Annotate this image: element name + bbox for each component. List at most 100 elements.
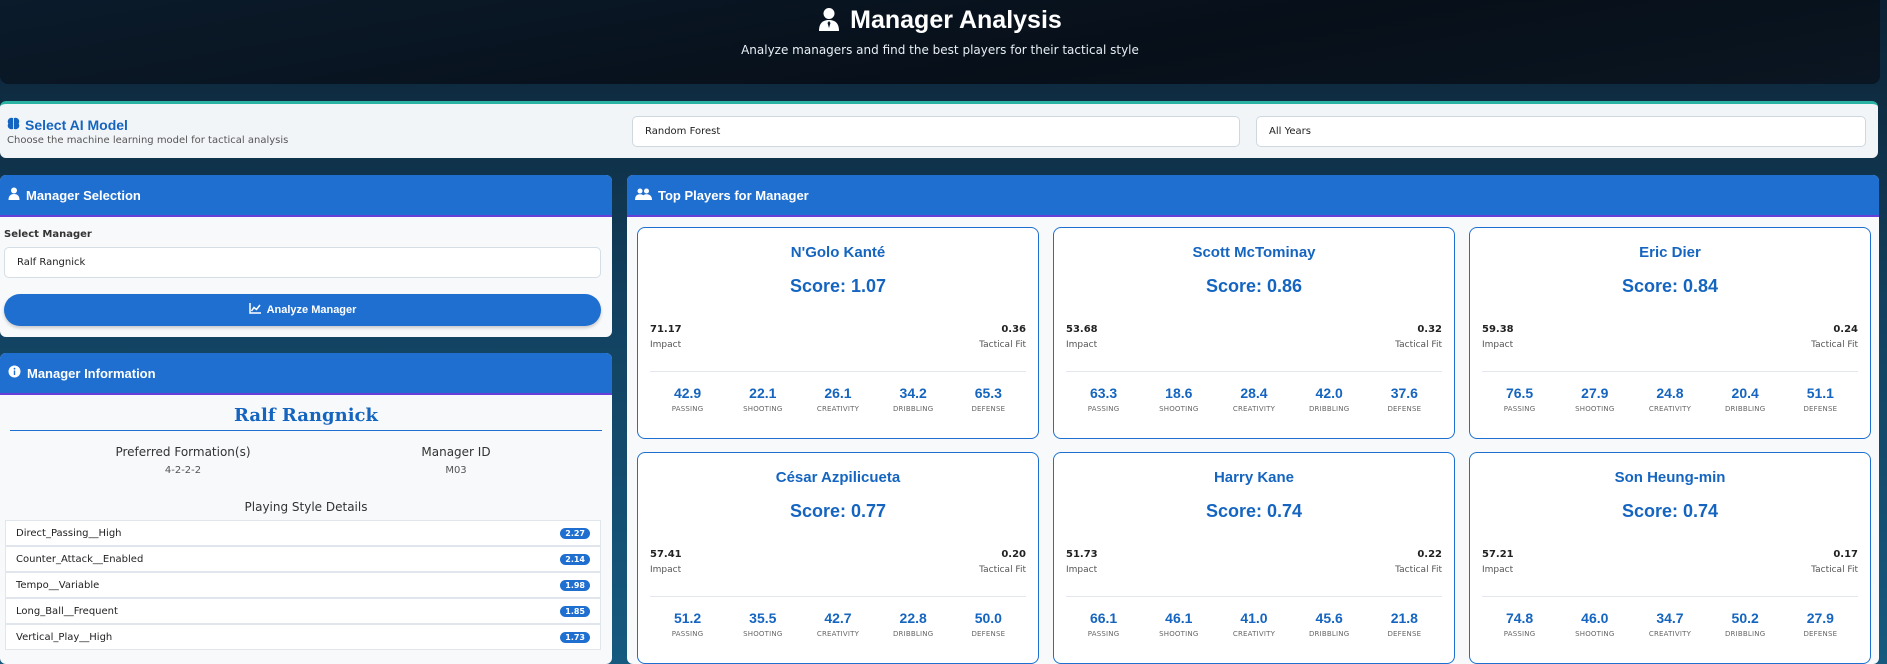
stat-item: 45.6 DRIBBLING [1294, 610, 1364, 638]
manager-select[interactable]: Ralf Rangnick [4, 247, 601, 278]
stat-label: DEFENSE [1803, 405, 1838, 413]
model-select[interactable]: Random Forest [632, 116, 1240, 147]
card-divider [1482, 371, 1858, 372]
impact-label: Impact [650, 565, 682, 575]
stat-label: CREATIVITY [1232, 405, 1276, 413]
manager-selection-panel: Manager Selection Select Manager Ralf Ra… [0, 175, 612, 337]
select-manager-label: Select Manager [4, 229, 92, 240]
stat-label: CREATIVITY [816, 405, 860, 413]
stat-label: CREATIVITY [1648, 405, 1692, 413]
stat-item: 46.0 SHOOTING [1560, 610, 1630, 638]
style-score-badge: 2.14 [560, 553, 590, 565]
player-stats: 76.5 PASSING 27.9 SHOOTING 24.8 CREATIVITY 20.… [1482, 385, 1858, 413]
manager-id-info: Manager ID M03 [356, 445, 556, 476]
player-card[interactable]: Son Heung-min Score: 0.74 57.21 Impact 0.17 T… [1469, 452, 1871, 664]
player-name: Harry Kane [1213, 469, 1295, 486]
stat-item: 22.1 SHOOTING [728, 385, 798, 413]
model-selection-title-row: Select AI Model [7, 117, 128, 133]
stat-item: 63.3 PASSING [1069, 385, 1139, 413]
stat-item: 66.1 PASSING [1069, 610, 1139, 638]
model-selection-title: Select AI Model [25, 117, 128, 133]
style-name: Tempo__Variable [16, 579, 100, 591]
stat-value: 42.7 [824, 610, 852, 626]
stat-item: 18.6 SHOOTING [1144, 385, 1214, 413]
page-title: Manager Analysis [850, 6, 1062, 34]
stat-label: CREATIVITY [1648, 630, 1692, 638]
impact-value: 51.73 [1066, 549, 1098, 560]
model-selection-bar: Select AI Model Choose the machine learn… [0, 101, 1878, 158]
player-score: Score: 0.74 [1621, 501, 1719, 521]
player-score: Score: 0.84 [1621, 276, 1719, 296]
page-subtitle: Analyze managers and find the best playe… [741, 43, 1139, 57]
tactical-fit-metric: 0.36 Tactical Fit [979, 324, 1026, 350]
formation-label: Preferred Formation(s) [115, 445, 251, 459]
player-name: Eric Dier [1639, 244, 1701, 261]
stat-label: PASSING [671, 630, 704, 638]
stat-value: 42.0 [1315, 385, 1343, 401]
chart-line-icon [248, 303, 261, 317]
stat-label: CREATIVITY [1232, 630, 1276, 638]
tactical-fit-value: 0.36 [1001, 324, 1026, 335]
style-name: Vertical_Play__High [16, 631, 113, 643]
formation-value: 4-2-2-2 [164, 465, 202, 476]
stat-item: 22.8 DRIBBLING [878, 610, 948, 638]
stat-value: 65.3 [974, 385, 1002, 401]
style-score-badge: 1.98 [560, 579, 590, 591]
stat-value: 63.3 [1089, 385, 1118, 401]
stat-value: 35.5 [749, 610, 777, 626]
style-score-badge: 1.73 [560, 631, 590, 643]
stat-value: 34.2 [899, 385, 927, 401]
player-card[interactable]: Scott McTominay Score: 0.86 53.68 Impact 0.3… [1053, 227, 1455, 439]
stat-value: 50.0 [974, 610, 1002, 626]
player-card[interactable]: Eric Dier Score: 0.84 59.38 Impact 0.24 Tacti… [1469, 227, 1871, 439]
stat-item: 26.1 CREATIVITY [803, 385, 873, 413]
stat-label: SHOOTING [1159, 630, 1199, 638]
tactical-fit-label: Tactical Fit [1395, 565, 1442, 575]
stat-value: 22.1 [749, 385, 777, 401]
stat-label: SHOOTING [743, 630, 783, 638]
impact-label: Impact [1482, 340, 1514, 350]
tactical-fit-value: 0.17 [1833, 549, 1858, 560]
stat-label: DEFENSE [1387, 405, 1422, 413]
impact-label: Impact [650, 340, 682, 350]
player-card[interactable]: Harry Kane Score: 0.74 51.73 Impact 0.22 Tact… [1053, 452, 1455, 664]
style-score-badge: 2.27 [560, 527, 590, 539]
stat-item: 65.3 DEFENSE [953, 385, 1023, 413]
player-stats: 51.2 PASSING 35.5 SHOOTING 42.7 CREATIVITY 22.… [650, 610, 1026, 638]
stat-item: 27.9 DEFENSE [1785, 610, 1855, 638]
player-stats: 42.9 PASSING 22.1 SHOOTING 26.1 CREATIVITY 34.… [650, 385, 1026, 413]
tactical-fit-value: 0.24 [1833, 324, 1858, 335]
stat-item: 35.5 SHOOTING [728, 610, 798, 638]
style-score-badge: 1.85 [560, 605, 590, 617]
stat-label: DRIBBLING [1724, 405, 1766, 413]
card-divider [1066, 596, 1442, 597]
analyze-manager-button[interactable]: Analyze Manager [4, 294, 601, 326]
player-score: Score: 0.74 [1205, 501, 1303, 521]
stat-value: 27.9 [1806, 610, 1834, 626]
style-name: Long_Ball__Frequent [16, 605, 118, 617]
player-name: Scott McTominay [1192, 244, 1316, 261]
manager-info-header: Manager Information [0, 353, 612, 395]
tactical-fit-metric: 0.20 Tactical Fit [979, 549, 1026, 575]
player-card[interactable]: César Azpilicueta Score: 0.77 57.41 Impact 0… [637, 452, 1039, 664]
style-row: Tempo__Variable 1.98 [5, 572, 601, 598]
stat-value: 50.2 [1731, 610, 1759, 626]
impact-label: Impact [1066, 340, 1098, 350]
user-tie-icon [818, 7, 840, 35]
stat-item: 27.9 SHOOTING [1560, 385, 1630, 413]
stat-item: 50.2 DRIBBLING [1710, 610, 1780, 638]
stat-value: 37.6 [1390, 385, 1418, 401]
stat-label: DRIBBLING [1308, 405, 1350, 413]
stat-value: 27.9 [1581, 385, 1609, 401]
style-row: Vertical_Play__High 1.73 [5, 624, 601, 650]
model-select-value: Random Forest [645, 126, 721, 137]
tactical-fit-value: 0.20 [1001, 549, 1026, 560]
style-row: Counter_Attack__Enabled 2.14 [5, 546, 601, 572]
tactical-fit-label: Tactical Fit [1811, 340, 1858, 350]
tactical-fit-metric: 0.24 Tactical Fit [1811, 324, 1858, 350]
player-card[interactable]: N'Golo Kanté Score: 1.07 71.17 Impact 0.36 Ta… [637, 227, 1039, 439]
stat-label: DRIBBLING [892, 630, 934, 638]
year-select[interactable]: All Years [1256, 116, 1866, 147]
impact-value: 53.68 [1066, 324, 1098, 335]
stat-label: SHOOTING [1575, 405, 1615, 413]
